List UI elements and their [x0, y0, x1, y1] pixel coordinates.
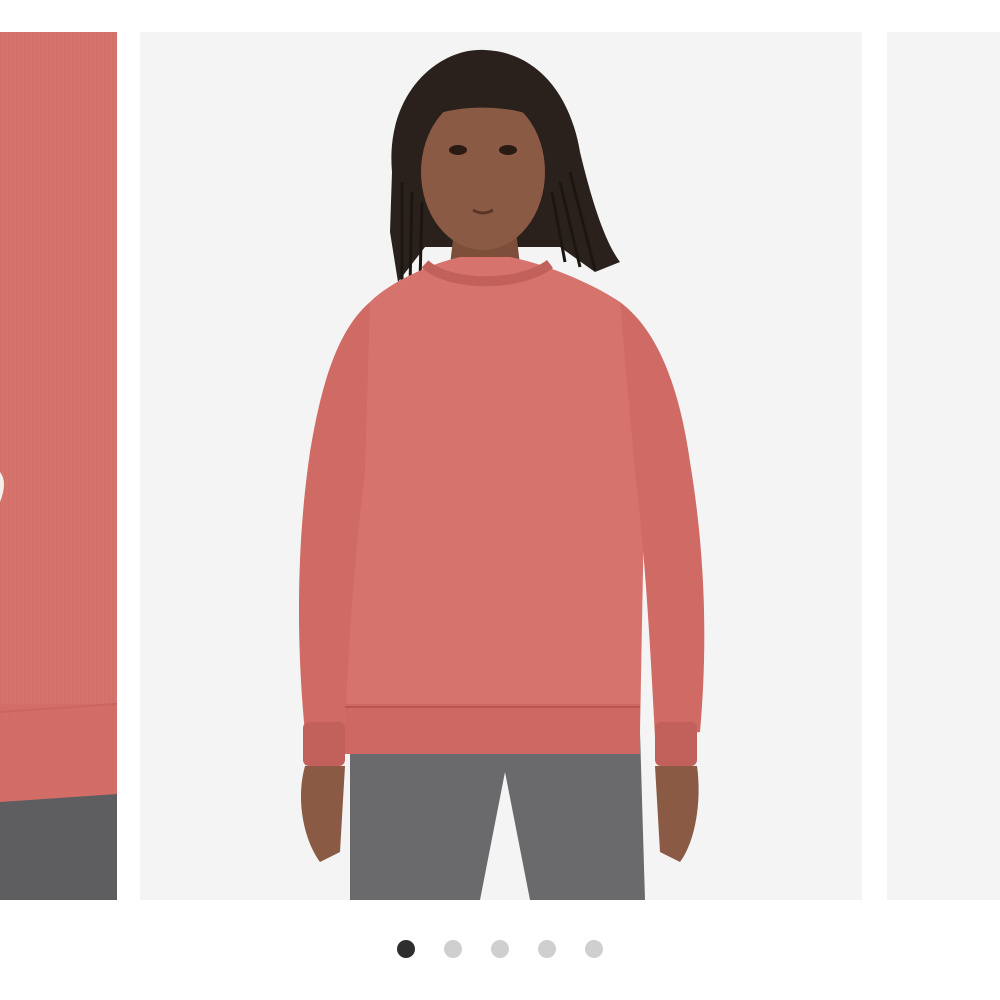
- sweater-closeup-image: [0, 32, 117, 900]
- carousel-slide-current[interactable]: [140, 32, 862, 900]
- product-model-image: [140, 32, 862, 900]
- carousel-slide-next[interactable]: [887, 32, 1000, 900]
- carousel-dot-3[interactable]: [491, 940, 509, 958]
- next-product-image: [887, 32, 1000, 900]
- carousel-dot-5[interactable]: [585, 940, 603, 958]
- carousel-slide-previous[interactable]: [0, 32, 117, 900]
- carousel-dot-2[interactable]: [444, 940, 462, 958]
- carousel-dot-1[interactable]: [397, 940, 415, 958]
- carousel-pagination: [0, 938, 1000, 960]
- carousel-dot-4[interactable]: [538, 940, 556, 958]
- product-image-carousel[interactable]: [0, 0, 1000, 1000]
